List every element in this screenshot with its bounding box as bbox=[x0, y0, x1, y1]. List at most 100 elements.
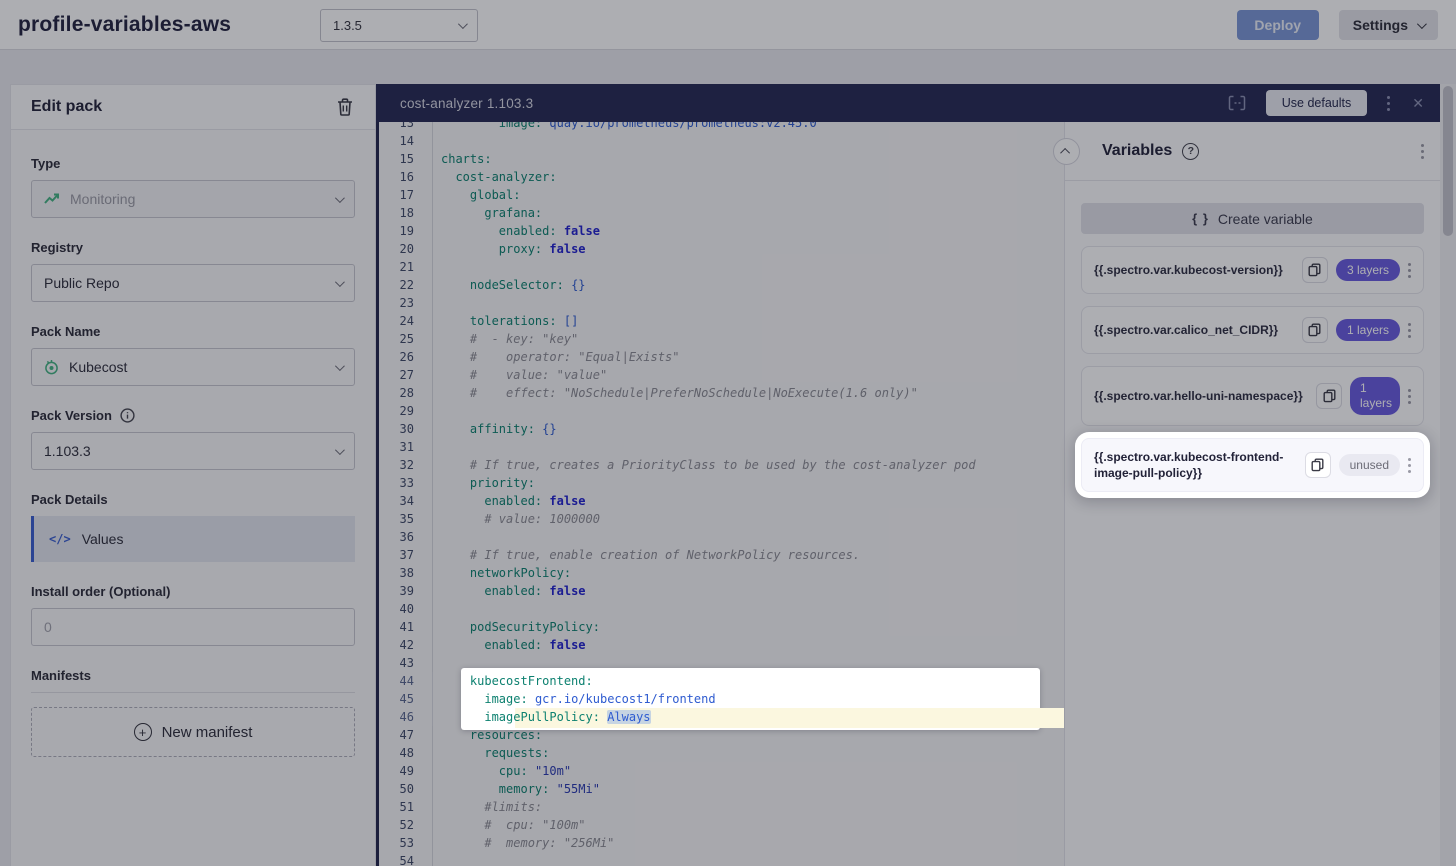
variable-card[interactable]: {{.spectro.var.calico_net_CIDR}}1 layers bbox=[1081, 306, 1424, 354]
line-number: 22 bbox=[379, 276, 433, 294]
line-number: 37 bbox=[379, 546, 433, 564]
help-icon[interactable]: ? bbox=[1182, 143, 1199, 160]
deploy-button[interactable]: Deploy bbox=[1237, 10, 1319, 40]
top-bar: profile-variables-aws 1.3.5 Deploy Setti… bbox=[0, 0, 1456, 50]
chevron-down-icon bbox=[335, 361, 345, 371]
variable-menu-button[interactable] bbox=[1408, 323, 1411, 338]
editor-tools: Use defaults ✕ bbox=[1226, 90, 1426, 116]
code-line: 17 global: bbox=[379, 186, 1064, 204]
pack-name-select[interactable]: Kubecost bbox=[31, 348, 355, 386]
pack-version-value: 1.103.3 bbox=[44, 443, 91, 459]
profile-title: profile-variables-aws bbox=[18, 13, 231, 37]
registry-value: Public Repo bbox=[44, 275, 120, 291]
create-variable-button[interactable]: { } Create variable bbox=[1081, 203, 1424, 234]
line-number: 51 bbox=[379, 798, 433, 816]
code-line: 51 #limits: bbox=[379, 798, 1064, 816]
edit-pack-form: Type Monitoring Registry Public Repo Pac… bbox=[11, 130, 375, 757]
variables-title: Variables bbox=[1102, 142, 1172, 160]
line-number: 53 bbox=[379, 834, 433, 852]
pack-version-select[interactable]: 1.103.3 bbox=[31, 432, 355, 470]
registry-select[interactable]: Public Repo bbox=[31, 264, 355, 302]
trash-icon bbox=[337, 98, 353, 116]
code-line: 20 proxy: false bbox=[379, 240, 1064, 258]
app-window: profile-variables-aws 1.3.5 Deploy Setti… bbox=[0, 0, 1456, 866]
type-select[interactable]: Monitoring bbox=[31, 180, 355, 218]
code-line: 28 # effect: "NoSchedule|PreferNoSchedul… bbox=[379, 384, 1064, 402]
settings-button[interactable]: Settings bbox=[1339, 10, 1438, 40]
editor-menu-button[interactable] bbox=[1385, 94, 1392, 113]
code-line: 45 image: gcr.io/kubecost1/frontend bbox=[379, 690, 1064, 708]
chevron-down-icon bbox=[335, 193, 345, 203]
copy-variable-button[interactable] bbox=[1316, 383, 1342, 409]
install-order-label: Install order (Optional) bbox=[31, 584, 355, 599]
code-line: 49 cpu: "10m" bbox=[379, 762, 1064, 780]
code-line: 24 tolerations: [] bbox=[379, 312, 1064, 330]
use-defaults-button[interactable]: Use defaults bbox=[1266, 90, 1367, 116]
code-line: 18 grafana: bbox=[379, 204, 1064, 222]
pack-values-dialog: cost-analyzer 1.103.3 Use defaults ✕ 13 bbox=[376, 84, 1440, 866]
variable-menu-button[interactable] bbox=[1408, 389, 1411, 404]
info-icon bbox=[120, 408, 135, 423]
edit-pack-title: Edit pack bbox=[31, 98, 102, 116]
braces-icon: { } bbox=[1192, 211, 1209, 226]
code-line: 21 bbox=[379, 258, 1064, 276]
delete-pack-button[interactable] bbox=[335, 96, 355, 118]
line-number: 39 bbox=[379, 582, 433, 600]
line-number: 16 bbox=[379, 168, 433, 186]
line-number: 45 bbox=[379, 690, 433, 708]
chevron-down-icon bbox=[458, 19, 468, 29]
code-line: 25 # - key: "key" bbox=[379, 330, 1064, 348]
code-line: 23 bbox=[379, 294, 1064, 312]
line-number: 41 bbox=[379, 618, 433, 636]
line-number: 24 bbox=[379, 312, 433, 330]
code-icon: </> bbox=[49, 532, 71, 546]
scrollbar-thumb[interactable] bbox=[1443, 86, 1453, 236]
variable-menu-button[interactable] bbox=[1408, 458, 1411, 473]
scrollbar[interactable] bbox=[1440, 84, 1456, 866]
values-label: Values bbox=[82, 531, 124, 547]
line-number: 54 bbox=[379, 852, 433, 866]
code-line: 29 bbox=[379, 402, 1064, 420]
code-line: 27 # value: "value" bbox=[379, 366, 1064, 384]
line-number: 29 bbox=[379, 402, 433, 420]
variable-menu-button[interactable] bbox=[1408, 263, 1411, 278]
copy-variable-button[interactable] bbox=[1302, 257, 1328, 283]
variable-name: {{.spectro.var.kubecost-version}} bbox=[1094, 262, 1294, 278]
code-line: 50 memory: "55Mi" bbox=[379, 780, 1064, 798]
line-number: 25 bbox=[379, 330, 433, 348]
create-variable-label: Create variable bbox=[1218, 211, 1313, 227]
collapse-panel-button[interactable] bbox=[1053, 138, 1080, 165]
pack-details-values-item[interactable]: </> Values bbox=[31, 516, 355, 562]
variable-name: {{.spectro.var.hello-uni-namespace}} bbox=[1094, 388, 1308, 404]
variable-card[interactable]: {{.spectro.var.kubecost-version}}3 layer… bbox=[1081, 246, 1424, 294]
close-button[interactable]: ✕ bbox=[1410, 93, 1426, 114]
variables-list: {{.spectro.var.kubecost-version}}3 layer… bbox=[1081, 246, 1424, 492]
copy-variable-button[interactable] bbox=[1305, 452, 1331, 478]
diff-view-button[interactable] bbox=[1226, 93, 1248, 113]
new-manifest-button[interactable]: + New manifest bbox=[31, 707, 355, 757]
code-line: 53 # memory: "256Mi" bbox=[379, 834, 1064, 852]
code-line: 48 requests: bbox=[379, 744, 1064, 762]
manifests-divider bbox=[31, 692, 355, 693]
code-spotlight-block: 44 kubecostFrontend:45 image: gcr.io/kub… bbox=[379, 672, 1064, 726]
yaml-code-editor[interactable]: 13 image: quay.io/prometheus/prometheus:… bbox=[379, 122, 1064, 866]
edit-pack-header: Edit pack bbox=[11, 85, 375, 130]
editor-header: cost-analyzer 1.103.3 Use defaults ✕ bbox=[376, 84, 1440, 122]
code-line: 22 nodeSelector: {} bbox=[379, 276, 1064, 294]
variable-card[interactable]: {{.spectro.var.kubecost-frontend-image-p… bbox=[1081, 438, 1424, 492]
kebab-menu-icon bbox=[1387, 96, 1390, 111]
copy-variable-button[interactable] bbox=[1302, 317, 1328, 343]
pack-name-value: Kubecost bbox=[69, 359, 127, 375]
variable-name: {{.spectro.var.kubecost-frontend-image-p… bbox=[1094, 449, 1297, 481]
chevron-up-icon bbox=[1060, 147, 1070, 157]
line-number: 21 bbox=[379, 258, 433, 276]
variable-card[interactable]: {{.spectro.var.hello-uni-namespace}}1 la… bbox=[1081, 366, 1424, 426]
code-line: 31 bbox=[379, 438, 1064, 456]
profile-version-select[interactable]: 1.3.5 bbox=[320, 9, 478, 42]
line-number: 26 bbox=[379, 348, 433, 366]
code-line: 52 # cpu: "100m" bbox=[379, 816, 1064, 834]
line-number: 44 bbox=[379, 672, 433, 690]
line-number: 20 bbox=[379, 240, 433, 258]
variables-menu-button[interactable] bbox=[1421, 144, 1424, 159]
install-order-input[interactable] bbox=[31, 608, 355, 646]
